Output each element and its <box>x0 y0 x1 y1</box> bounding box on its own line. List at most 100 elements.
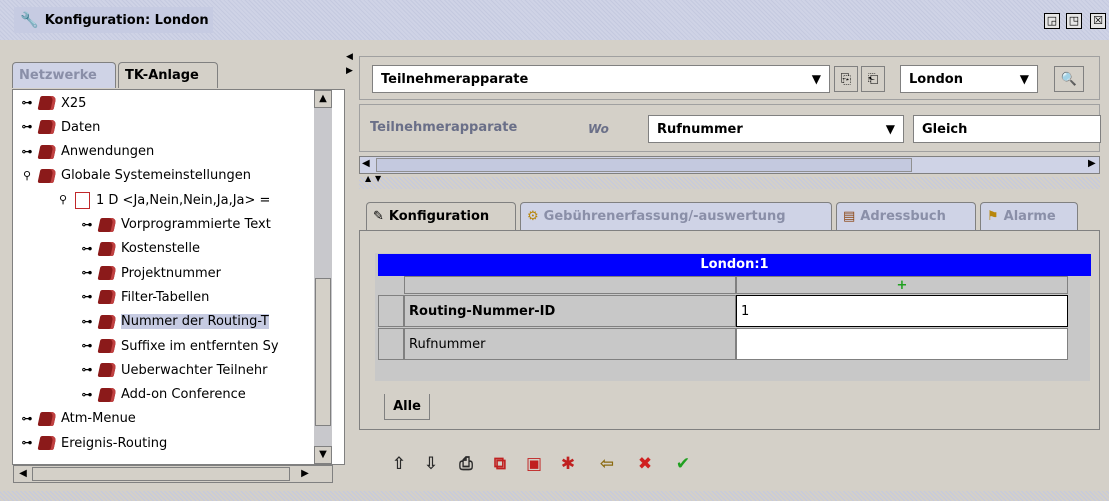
tree-item-label: Globale Systemeinstellungen <box>61 168 251 184</box>
chevron-down-icon: ▼ <box>885 122 895 136</box>
expand-handle-icon[interactable]: ⊶ <box>81 242 93 255</box>
tree-item[interactable]: ⊶ Ueberwachter Teilnehr <box>81 359 268 381</box>
signpost-icon[interactable]: ⇦ <box>593 452 621 476</box>
window-title: 🔧 Konfiguration: London <box>14 7 213 33</box>
search-icon: 🔍 <box>1060 71 1078 87</box>
tab-konfiguration[interactable]: ✎ Konfiguration <box>366 202 516 230</box>
folder-icon <box>97 217 117 232</box>
tree-item[interactable]: ⊶ Kostenstelle <box>81 238 201 260</box>
value-rufnummer[interactable] <box>736 328 1068 360</box>
tree-item[interactable]: ⚲ 1 D <Ja,Nein,Nein,Ja,Ja> = <box>57 189 270 211</box>
tab-gebuehrenerfassung[interactable]: ⚙ Gebührenerfassung/-auswertung <box>520 202 832 230</box>
tree-item-label: Projektnummer <box>121 265 222 281</box>
search-button[interactable]: 🔍 <box>1054 66 1084 92</box>
split-pane-divider[interactable]: ◀ ▶ <box>345 50 357 490</box>
scroll-left-icon[interactable]: ◀ <box>362 158 370 169</box>
expand-handle-icon[interactable]: ⊶ <box>81 315 93 328</box>
tree-item[interactable]: ⊶ Ereignis-Routing <box>21 432 168 454</box>
tree-item[interactable]: ⊶ Vorprogrammierte Text <box>81 214 271 236</box>
h-scroll-thumb[interactable] <box>32 467 290 481</box>
new-item-icon[interactable]: ✱ <box>554 452 582 476</box>
close-button[interactable]: ☒ <box>1090 13 1106 29</box>
expand-handle-icon[interactable]: ⊶ <box>81 267 93 279</box>
collapse-handle-icon[interactable]: ⚲ <box>57 194 69 206</box>
filter-operator-select[interactable]: Gleich <box>913 115 1101 143</box>
tree-item[interactable]: ⊶ Daten <box>21 116 101 138</box>
expand-right-icon[interactable]: ▶ <box>346 66 353 76</box>
expand-handle-icon[interactable]: ⊶ <box>21 97 33 109</box>
tab-adressbuch[interactable]: ▤ Adressbuch <box>836 202 976 230</box>
copy-record-icon[interactable]: ⧉ <box>486 452 514 476</box>
maximize-button[interactable]: ◳ <box>1066 13 1082 29</box>
tab-gebuehrenerfassung-label: Gebührenerfassung/-auswertung <box>543 209 786 224</box>
scroll-up-icon[interactable]: ▲ <box>314 90 332 108</box>
expand-down-icon[interactable]: ▼ <box>375 174 381 183</box>
filter-field-select[interactable]: Rufnummer ▼ <box>648 115 904 143</box>
add-column-icon[interactable]: + <box>736 276 1068 294</box>
tree-item[interactable]: ⊶ Add-on Conference <box>81 384 246 406</box>
expand-handle-icon[interactable]: ⊶ <box>81 340 93 352</box>
tree-item[interactable]: ⊶ X25 <box>21 92 87 114</box>
copy-icon[interactable]: ⎘ <box>834 66 858 92</box>
collapse-up-icon[interactable]: ▲ <box>365 174 371 183</box>
tree-item-label: Vorprogrammierte Text <box>121 217 271 232</box>
filter-operator-value: Gleich <box>922 121 968 137</box>
new-record-icon[interactable]: ▣ <box>520 452 548 476</box>
filter-bar: Teilnehmerapparate Wo Rufnummer ▼ Gleich <box>359 104 1101 152</box>
expand-handle-icon[interactable]: ⊶ <box>21 121 33 133</box>
move-down-icon[interactable]: ⇩ <box>417 452 445 476</box>
tree-item-label: Ueberwachter Teilnehr <box>121 362 268 378</box>
scroll-left-icon[interactable]: ◀ <box>16 467 30 481</box>
tree-item[interactable]: ⊶ Suffixe im entfernten Sy <box>81 335 279 357</box>
site-value: London <box>909 71 963 87</box>
delete-icon[interactable]: ✖ <box>631 452 659 476</box>
tree-item[interactable]: ⊶ Filter-Tabellen <box>81 286 210 308</box>
expand-handle-icon[interactable]: ⊶ <box>81 218 93 231</box>
wrench-icon: ✎ <box>373 209 384 224</box>
tree-item-label: Kostenstelle <box>121 241 201 257</box>
expand-handle-icon[interactable]: ⊶ <box>21 437 33 449</box>
scroll-right-icon[interactable]: ▶ <box>1088 158 1096 169</box>
tree-item[interactable]: ⊶ Anwendungen <box>21 141 155 163</box>
expand-handle-icon[interactable]: ⊶ <box>81 388 93 401</box>
row-header-2[interactable] <box>378 328 404 360</box>
expand-handle-icon[interactable]: ⊶ <box>21 145 33 158</box>
object-type-select[interactable]: Teilnehmerapparate ▼ <box>372 65 830 93</box>
value-routing-nummer-id[interactable]: 1 <box>736 295 1068 327</box>
folder-icon <box>37 411 57 426</box>
tree-item-label: Ereignis-Routing <box>61 435 168 451</box>
chevron-down-icon: ▼ <box>811 72 821 86</box>
collapse-left-icon[interactable]: ◀ <box>346 52 353 62</box>
tab-tk-anlage[interactable]: TK-Anlage <box>118 62 218 88</box>
folder-icon <box>97 339 117 353</box>
expand-handle-icon[interactable]: ⊶ <box>81 364 93 376</box>
collapse-handle-icon[interactable]: ⚲ <box>21 169 33 182</box>
results-scroll-thumb[interactable] <box>376 158 912 172</box>
expand-handle-icon[interactable]: ⊶ <box>21 412 33 425</box>
expand-handle-icon[interactable]: ⊶ <box>81 291 93 303</box>
tree-horizontal-scrollbar[interactable]: ◀ ▶ <box>13 465 333 483</box>
restore-button[interactable]: ◲ <box>1044 13 1060 29</box>
tab-netzwerke[interactable]: Netzwerke <box>12 62 116 88</box>
vertical-split-divider[interactable]: ▲ ▼ <box>359 174 1100 189</box>
tree-item[interactable]: ⚲ Globale Systemeinstellungen <box>21 165 251 187</box>
scroll-down-icon[interactable]: ▼ <box>314 446 332 464</box>
folder-icon <box>37 168 57 183</box>
print-icon[interactable]: ⎙ <box>452 452 480 476</box>
site-select[interactable]: London ▼ <box>900 65 1038 93</box>
row-header-1[interactable] <box>378 295 404 327</box>
scroll-thumb[interactable] <box>315 278 331 426</box>
tab-alarme[interactable]: ⚑ Alarme <box>980 202 1078 230</box>
tree-vertical-scrollbar[interactable]: ▲ ▼ <box>314 90 332 464</box>
tree-item[interactable]: ⊶ Projektnummer <box>81 262 222 284</box>
move-up-icon[interactable]: ⇧ <box>385 452 413 476</box>
folder-icon <box>37 144 57 159</box>
tree-item[interactable]: ⊶ Atm-Menue <box>21 408 136 430</box>
tree-item[interactable]: ⊶ Nummer der Routing-T <box>81 311 269 333</box>
paste-icon[interactable]: ⎗ <box>861 66 885 92</box>
grid-header-field <box>404 276 736 294</box>
results-horizontal-scrollbar[interactable]: ◀ ▶ <box>359 156 1100 174</box>
tab-alle[interactable]: Alle <box>384 394 430 420</box>
scroll-right-icon[interactable]: ▶ <box>298 467 312 481</box>
apply-icon[interactable]: ✔ <box>669 452 697 476</box>
